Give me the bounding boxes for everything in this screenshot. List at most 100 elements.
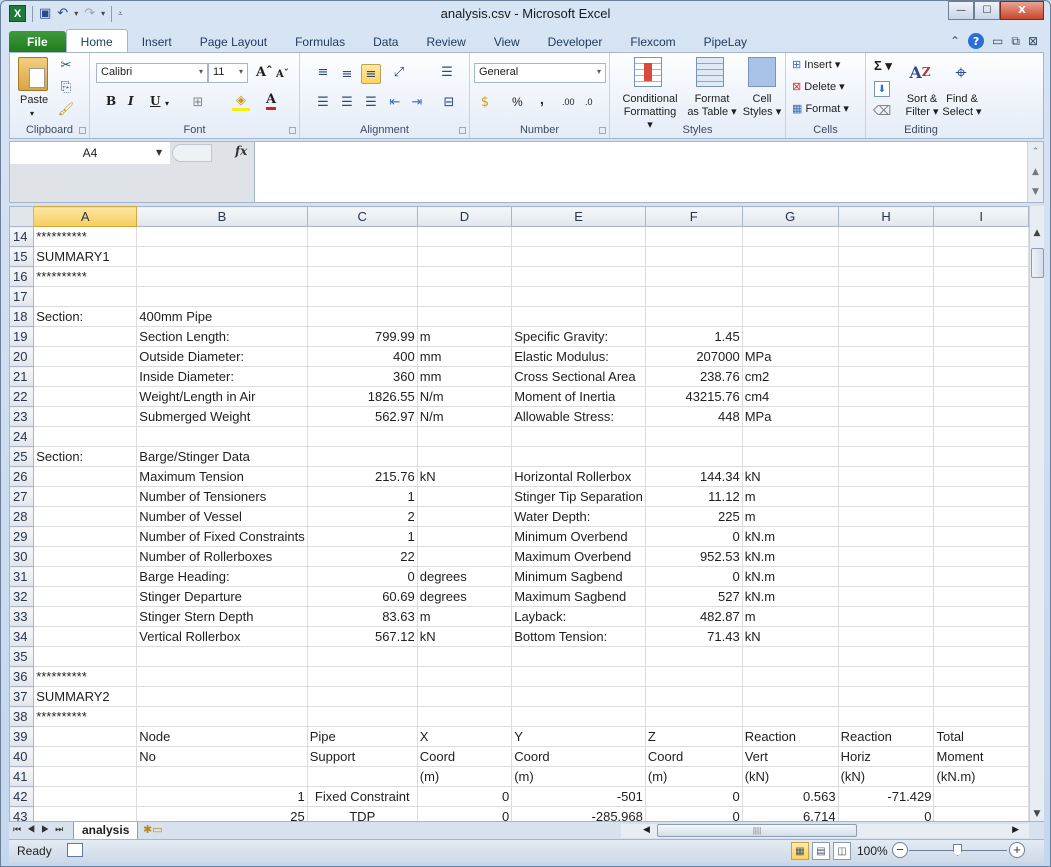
cell-G32[interactable]: kN.m (741, 586, 839, 607)
number-format-select[interactable]: General ▾ (474, 63, 606, 83)
cell-F32[interactable]: 527 (644, 586, 743, 607)
tab-home[interactable]: Home (65, 29, 128, 53)
cell-I29[interactable] (933, 526, 1029, 547)
row-header[interactable]: 22 (9, 386, 35, 407)
row-header[interactable]: 29 (9, 526, 35, 547)
cell-C30[interactable]: 22 (306, 546, 418, 567)
column-header-F[interactable]: F (644, 206, 743, 227)
italic-button[interactable]: I (128, 95, 134, 108)
cell-D29[interactable] (416, 526, 513, 547)
cut-icon[interactable]: ✂ (58, 57, 74, 73)
cell-I18[interactable] (933, 306, 1029, 327)
cell-G24[interactable] (741, 426, 839, 447)
column-header-D[interactable]: D (416, 206, 513, 227)
cell-A41[interactable] (33, 766, 138, 787)
cell-E33[interactable]: Layback: (511, 606, 646, 627)
cell-H30[interactable] (837, 546, 935, 567)
cell-E43[interactable]: -285.968 (511, 806, 646, 821)
cell-I34[interactable] (933, 626, 1029, 647)
cell-A22[interactable] (33, 386, 138, 407)
cell-E40[interactable]: Coord (511, 746, 646, 767)
insert-sheet-icon[interactable]: ✱▭ (143, 823, 163, 836)
cell-I20[interactable] (933, 346, 1029, 367)
cell-C37[interactable] (306, 686, 418, 707)
cell-F40[interactable]: Coord (644, 746, 743, 767)
row-header[interactable]: 14 (9, 226, 35, 247)
paste-button[interactable]: Paste (20, 94, 48, 107)
cell-H24[interactable] (837, 426, 935, 447)
tab-flexcom[interactable]: Flexcom (616, 31, 689, 53)
cell-I37[interactable] (933, 686, 1029, 707)
cell-I40[interactable]: Moment (933, 746, 1029, 767)
cell-D19[interactable]: m (416, 326, 513, 347)
cell-A21[interactable] (33, 366, 138, 387)
cell-A31[interactable] (33, 566, 138, 587)
cell-F43[interactable]: 0 (644, 806, 743, 821)
cell-E28[interactable]: Water Depth: (511, 506, 646, 527)
cell-B25[interactable]: Barge/Stinger Data (136, 446, 308, 467)
cell-E15[interactable] (511, 246, 646, 267)
cell-A34[interactable] (33, 626, 138, 647)
cell-H40[interactable]: Horiz (837, 746, 935, 767)
cell-I42[interactable] (933, 786, 1029, 807)
record-macro-icon[interactable] (67, 843, 83, 857)
tab-pipelay[interactable]: PipeLay (690, 31, 761, 53)
row-header[interactable]: 40 (9, 746, 35, 767)
cell-B14[interactable] (136, 226, 308, 247)
cell-B40[interactable]: No (136, 746, 308, 767)
paste-icon[interactable] (18, 57, 48, 91)
cell-E42[interactable]: -501 (511, 786, 646, 807)
row-header[interactable]: 31 (9, 566, 35, 587)
cell-D14[interactable] (416, 226, 513, 247)
comma-style-button[interactable]: , (540, 92, 544, 106)
row-header[interactable]: 32 (9, 586, 35, 607)
cell-styles-icon[interactable] (748, 57, 776, 87)
cell-G43[interactable]: 6.714 (741, 806, 839, 821)
sort-filter-icon[interactable]: AZ (906, 57, 934, 87)
cell-F23[interactable]: 448 (644, 406, 743, 427)
cell-B22[interactable]: Weight/Length in Air (136, 386, 308, 407)
cell-C27[interactable]: 1 (306, 486, 418, 507)
minimize-ribbon-icon[interactable]: ⌃ (950, 34, 960, 48)
formula-bar-splitter[interactable] (172, 144, 212, 162)
cell-B24[interactable] (136, 426, 308, 447)
cell-D24[interactable] (416, 426, 513, 447)
cell-F36[interactable] (644, 666, 743, 687)
row-header[interactable]: 36 (9, 666, 35, 687)
cell-D15[interactable] (416, 246, 513, 267)
cell-D42[interactable]: 0 (416, 786, 513, 807)
cell-F35[interactable] (644, 646, 743, 667)
maximize-button[interactable]: ☐ (974, 1, 1000, 20)
formula-bar-scroll[interactable]: ⌃ ▲ ▼ (1027, 142, 1043, 202)
cell-D27[interactable] (416, 486, 513, 507)
cell-B18[interactable]: 400mm Pipe (136, 306, 308, 327)
cell-F37[interactable] (644, 686, 743, 707)
cell-F30[interactable]: 952.53 (644, 546, 743, 567)
delete-cells-button[interactable]: ⊠ Delete ▾ (792, 81, 845, 94)
alignment-launcher[interactable] (459, 127, 466, 134)
cell-E36[interactable] (511, 666, 646, 687)
cell-E34[interactable]: Bottom Tension: (511, 626, 646, 647)
cell-D39[interactable]: X (416, 726, 513, 747)
cell-H28[interactable] (837, 506, 935, 527)
cell-C40[interactable]: Support (306, 746, 418, 767)
cell-H34[interactable] (837, 626, 935, 647)
cell-H38[interactable] (837, 706, 935, 727)
row-header[interactable]: 34 (9, 626, 35, 647)
cell-D35[interactable] (416, 646, 513, 667)
cell-H33[interactable] (837, 606, 935, 627)
row-header[interactable]: 30 (9, 546, 35, 567)
cell-F18[interactable] (644, 306, 743, 327)
cell-D26[interactable]: kN (416, 466, 513, 487)
cell-G34[interactable]: kN (741, 626, 839, 647)
cell-F33[interactable]: 482.87 (644, 606, 743, 627)
cell-E24[interactable] (511, 426, 646, 447)
cell-E17[interactable] (511, 286, 646, 307)
cell-D20[interactable]: mm (416, 346, 513, 367)
cell-G17[interactable] (741, 286, 839, 307)
normal-view-button[interactable]: ▦ (791, 842, 809, 860)
cell-D18[interactable] (416, 306, 513, 327)
cell-A35[interactable] (33, 646, 138, 667)
cell-I27[interactable] (933, 486, 1029, 507)
cell-G20[interactable]: MPa (741, 346, 839, 367)
